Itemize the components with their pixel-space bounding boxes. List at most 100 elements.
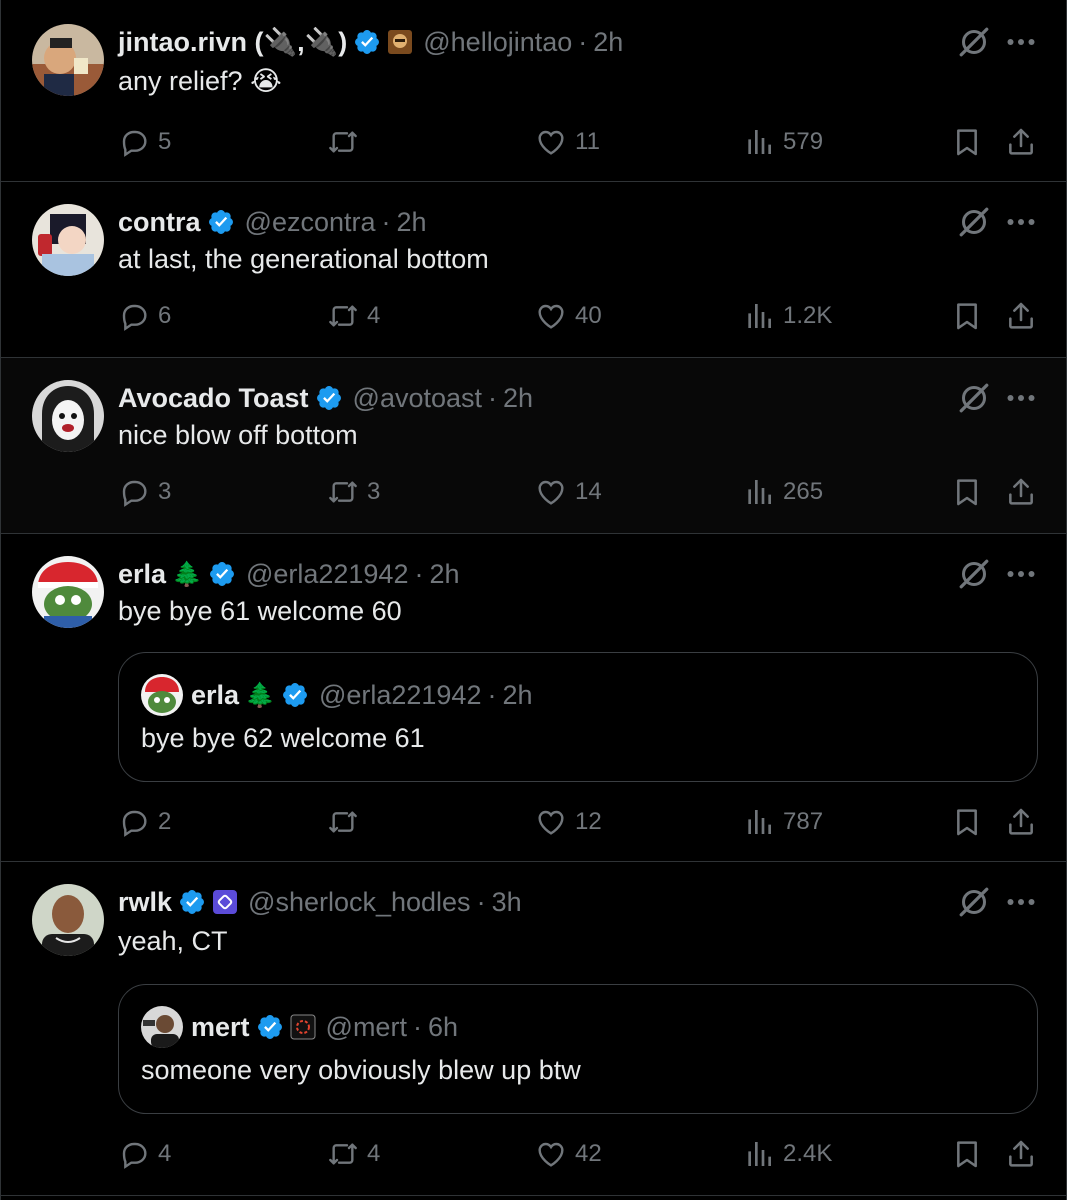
tweet[interactable]: contra @ezcontra · 2h at last, the gener…	[1, 182, 1066, 358]
avatar[interactable]	[32, 884, 104, 956]
views-button[interactable]: 579	[743, 126, 823, 158]
action-bar: 4 4 42 2.4K	[1, 1136, 1066, 1176]
repost-button[interactable]: 4	[327, 300, 380, 332]
grok-icon[interactable]	[954, 22, 994, 62]
reply-icon	[118, 300, 150, 332]
quote-tweet[interactable]: mert @mert · 6h someone very obviously b…	[118, 984, 1038, 1114]
bookmark-button[interactable]	[951, 806, 983, 838]
views-button[interactable]: 787	[743, 806, 823, 838]
affiliate-badge-icon	[290, 1014, 316, 1040]
heart-icon	[535, 806, 567, 838]
more-icon[interactable]	[1001, 882, 1041, 922]
bookmark-button[interactable]	[951, 126, 983, 158]
grok-icon[interactable]	[954, 202, 994, 242]
like-count: 12	[575, 808, 602, 835]
share-button[interactable]	[1005, 806, 1037, 838]
share-button[interactable]	[1005, 1138, 1037, 1170]
timeline-feed: jintao.rivn (🔌,🔌) @hellojintao · 2h any …	[0, 0, 1067, 1200]
tweet[interactable]: Avocado Toast @avotoast · 2h nice blow o…	[1, 358, 1066, 534]
like-button[interactable]: 42	[535, 1138, 602, 1170]
repost-icon	[327, 806, 359, 838]
share-icon	[1005, 1138, 1037, 1170]
tweet-text: any relief? 😭	[118, 66, 282, 96]
share-button[interactable]	[1005, 300, 1037, 332]
grok-icon[interactable]	[954, 554, 994, 594]
tweet[interactable]: jintao.rivn (🔌,🔌) @hellojintao · 2h any …	[1, 0, 1066, 182]
tweet[interactable]: rwlk @sherlock_hodles · 3h yeah, CT mert…	[1, 862, 1066, 1196]
handle[interactable]: @hellojintao	[423, 27, 572, 58]
repost-button[interactable]: 4	[327, 1138, 380, 1170]
view-count: 2.4K	[783, 1140, 833, 1167]
display-name[interactable]: erla	[118, 559, 166, 590]
handle[interactable]: @avotoast	[353, 383, 482, 414]
more-icon[interactable]	[1001, 554, 1041, 594]
display-name[interactable]: Avocado Toast	[118, 383, 309, 414]
separator: ·	[488, 382, 498, 413]
repost-icon	[327, 1138, 359, 1170]
action-bar: 5 11 579	[1, 122, 1066, 162]
view-count: 787	[783, 808, 824, 835]
heart-icon	[535, 476, 567, 508]
bookmark-icon	[951, 806, 983, 838]
reply-button[interactable]: 3	[118, 476, 171, 508]
verified-icon	[256, 1013, 284, 1041]
quote-header: mert @mert · 6h	[141, 1006, 458, 1048]
handle[interactable]: @sherlock_hodles	[248, 887, 471, 918]
share-icon	[1005, 806, 1037, 838]
repost-button[interactable]	[327, 126, 367, 158]
handle[interactable]: @ezcontra	[245, 207, 376, 238]
like-button[interactable]: 11	[535, 126, 600, 158]
avatar[interactable]	[32, 204, 104, 276]
quote-handle: @mert	[325, 1011, 407, 1042]
view-count: 265	[783, 478, 824, 505]
display-name[interactable]: contra	[118, 207, 201, 238]
reply-icon	[118, 126, 150, 158]
more-icon[interactable]	[1001, 22, 1041, 62]
repost-button[interactable]	[327, 806, 367, 838]
reply-button[interactable]: 2	[118, 806, 171, 838]
quote-tweet[interactable]: erla 🌲 @erla221942 · 2h bye bye 62 welco…	[118, 652, 1038, 782]
more-icon[interactable]	[1001, 378, 1041, 418]
bookmark-button[interactable]	[951, 300, 983, 332]
bookmark-button[interactable]	[951, 476, 983, 508]
views-icon	[743, 806, 775, 838]
like-button[interactable]: 40	[535, 300, 602, 332]
display-name[interactable]: rwlk	[118, 887, 172, 918]
timestamp[interactable]: 2h	[397, 207, 427, 238]
avatar[interactable]	[32, 556, 104, 628]
repost-button[interactable]: 3	[327, 476, 380, 508]
grok-icon[interactable]	[954, 378, 994, 418]
reply-button[interactable]: 4	[118, 1138, 171, 1170]
tweet[interactable]: erla 🌲 @erla221942 · 2h bye bye 61 welco…	[1, 534, 1066, 862]
avatar[interactable]	[32, 24, 104, 96]
reply-button[interactable]: 6	[118, 300, 171, 332]
timestamp[interactable]: 2h	[593, 27, 623, 58]
views-button[interactable]: 265	[743, 476, 823, 508]
separator: ·	[476, 886, 486, 917]
reply-button[interactable]: 5	[118, 126, 171, 158]
views-button[interactable]: 1.2K	[743, 300, 832, 332]
grok-icon[interactable]	[954, 882, 994, 922]
timestamp[interactable]: 2h	[429, 559, 459, 590]
share-icon	[1005, 126, 1037, 158]
timestamp[interactable]: 3h	[492, 887, 522, 918]
views-icon	[743, 476, 775, 508]
like-button[interactable]: 12	[535, 806, 602, 838]
action-bar: 2 12 787	[1, 804, 1066, 844]
display-name[interactable]: jintao.rivn (🔌,🔌)	[118, 26, 347, 58]
timestamp[interactable]: 2h	[503, 383, 533, 414]
handle[interactable]: @erla221942	[246, 559, 409, 590]
bookmark-button[interactable]	[951, 1138, 983, 1170]
views-icon	[743, 126, 775, 158]
tweet-text: bye bye 61 welcome 60	[118, 596, 402, 626]
more-icon[interactable]	[1001, 202, 1041, 242]
like-button[interactable]: 14	[535, 476, 602, 508]
views-button[interactable]: 2.4K	[743, 1138, 832, 1170]
reply-count: 5	[158, 128, 172, 155]
bookmark-icon	[951, 1138, 983, 1170]
share-button[interactable]	[1005, 476, 1037, 508]
separator: ·	[414, 558, 424, 589]
share-button[interactable]	[1005, 126, 1037, 158]
avatar[interactable]	[32, 380, 104, 452]
reply-count: 2	[158, 808, 172, 835]
